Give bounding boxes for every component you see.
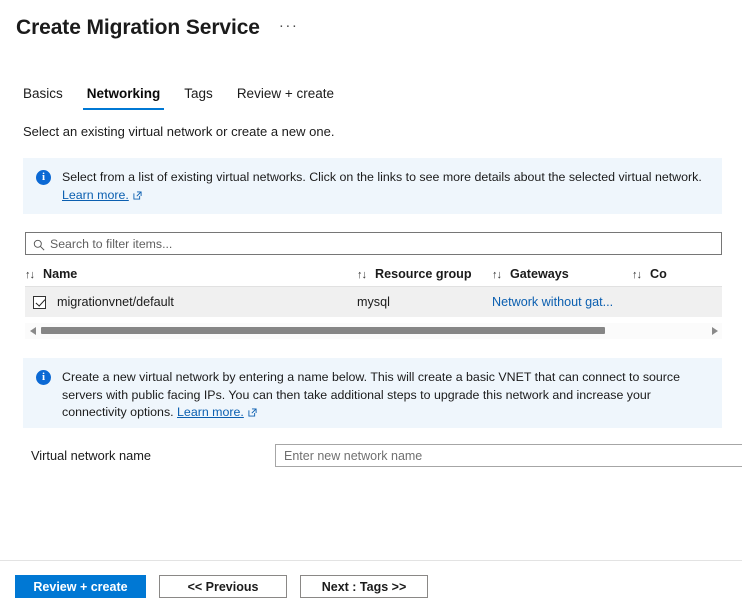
virtual-network-name-field-row: Virtual network name bbox=[25, 444, 742, 467]
more-options-icon[interactable]: ··· bbox=[276, 17, 302, 39]
page-title: Create Migration Service bbox=[16, 16, 260, 39]
external-link-icon bbox=[248, 405, 257, 417]
column-header-connectivity[interactable]: ↑↓ Co bbox=[632, 267, 672, 281]
column-header-gateways-label: Gateways bbox=[510, 266, 569, 281]
row-select-checkbox[interactable] bbox=[33, 295, 46, 309]
search-placeholder-text: Search to filter items... bbox=[50, 236, 173, 251]
tab-basics[interactable]: Basics bbox=[20, 84, 75, 110]
review-create-button[interactable]: Review + create bbox=[15, 575, 146, 598]
column-header-name-label: Name bbox=[43, 266, 78, 281]
next-tags-button[interactable]: Next : Tags >> bbox=[300, 575, 428, 598]
wizard-footer: Review + create << Previous Next : Tags … bbox=[15, 575, 428, 598]
create-vnet-info-text: Create a new virtual network by entering… bbox=[62, 369, 710, 422]
footer-divider bbox=[0, 560, 742, 561]
row-name: migrationvnet/default bbox=[57, 295, 174, 309]
sort-icon[interactable]: ↑↓ bbox=[25, 269, 35, 281]
column-header-resource-group[interactable]: ↑↓ Resource group bbox=[357, 267, 492, 281]
section-subtitle: Select an existing virtual network or cr… bbox=[23, 124, 335, 139]
previous-button[interactable]: << Previous bbox=[159, 575, 287, 598]
scroll-right-arrow-icon[interactable] bbox=[707, 323, 722, 339]
table-horizontal-scrollbar[interactable] bbox=[25, 323, 722, 339]
external-link-icon bbox=[133, 188, 142, 200]
column-header-name[interactable]: ↑↓ Name bbox=[25, 267, 357, 281]
create-vnet-learn-more-link[interactable]: Learn more. bbox=[177, 405, 244, 419]
create-migration-service-page: Create Migration Service ··· Basics Netw… bbox=[0, 0, 742, 611]
sort-icon[interactable]: ↑↓ bbox=[492, 269, 502, 281]
tab-networking[interactable]: Networking bbox=[75, 84, 173, 110]
column-header-gateways[interactable]: ↑↓ Gateways bbox=[492, 267, 632, 281]
vnet-table: ↑↓ Name ↑↓ Resource group ↑↓ Gateways ↑↓ Co … bbox=[25, 261, 722, 317]
existing-vnet-learn-more-link[interactable]: Learn more. bbox=[62, 188, 129, 202]
row-select-checkbox-cell[interactable] bbox=[25, 295, 57, 309]
table-header-row: ↑↓ Name ↑↓ Resource group ↑↓ Gateways ↑↓ Co bbox=[25, 261, 722, 287]
create-vnet-info-body: Create a new virtual network by entering… bbox=[62, 370, 681, 419]
wizard-tabs: Basics Networking Tags Review + create bbox=[20, 84, 346, 110]
tab-review-create[interactable]: Review + create bbox=[225, 84, 346, 110]
scrollbar-track[interactable] bbox=[40, 323, 707, 339]
info-icon: i bbox=[36, 170, 51, 185]
page-header: Create Migration Service ··· bbox=[0, 0, 742, 42]
tab-tags[interactable]: Tags bbox=[172, 84, 225, 110]
search-icon bbox=[33, 238, 45, 250]
existing-vnet-info-text: Select from a list of existing virtual n… bbox=[62, 169, 702, 204]
column-header-connectivity-label: Co bbox=[650, 266, 667, 281]
create-vnet-info-banner: i Create a new virtual network by enteri… bbox=[23, 358, 722, 428]
virtual-network-name-input[interactable] bbox=[275, 444, 742, 467]
sort-icon[interactable]: ↑↓ bbox=[357, 269, 367, 281]
sort-icon[interactable]: ↑↓ bbox=[632, 269, 642, 281]
existing-vnet-info-body: Select from a list of existing virtual n… bbox=[62, 170, 702, 184]
existing-vnet-info-banner: i Select from a list of existing virtual… bbox=[23, 158, 722, 214]
table-row[interactable]: migrationvnet/default mysql Network with… bbox=[25, 287, 722, 317]
scroll-left-arrow-icon[interactable] bbox=[25, 323, 40, 339]
filter-search-box[interactable]: Search to filter items... bbox=[25, 232, 722, 255]
scrollbar-thumb[interactable] bbox=[41, 327, 605, 334]
title-row: Create Migration Service ··· bbox=[16, 14, 742, 42]
info-icon: i bbox=[36, 370, 51, 385]
row-resource-group: mysql bbox=[357, 295, 390, 309]
virtual-network-name-label: Virtual network name bbox=[31, 448, 151, 463]
row-gateways-link[interactable]: Network without gat... bbox=[492, 295, 642, 309]
column-header-resource-group-label: Resource group bbox=[375, 266, 472, 281]
